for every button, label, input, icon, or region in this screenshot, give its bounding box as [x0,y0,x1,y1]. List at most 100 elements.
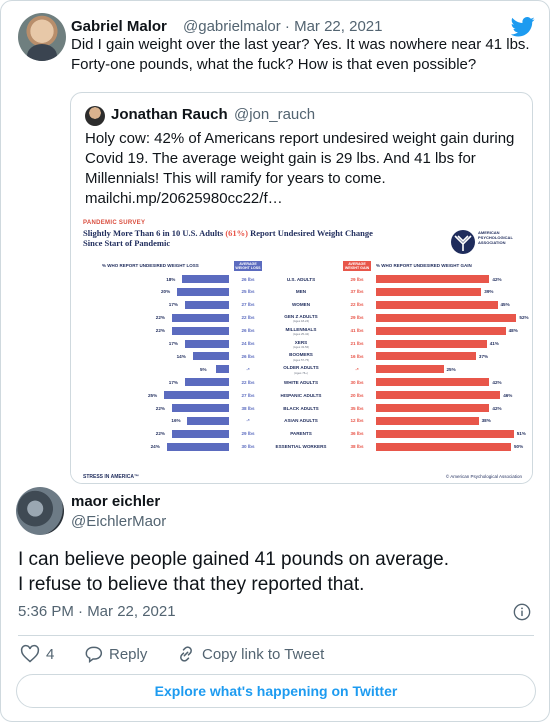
avatar[interactable] [18,13,66,61]
reply-author-handle[interactable]: @EichlerMaor [71,513,166,530]
like-count: 4 [46,645,55,663]
loss-bar [171,404,229,412]
avg-gain-value: 36 lbs [350,431,364,437]
avg-gain-value: 16 lbs [350,353,364,359]
gain-bar [376,352,476,361]
loss-bar [177,287,229,296]
apa-logo-text: AMERICAN PSYCHOLOGICAL ASSOCIATION [478,230,513,245]
infographic-image[interactable]: PANDEMIC SURVEY Slightly More Than 6 in … [71,213,532,483]
reply-avatar[interactable] [16,487,64,535]
avg-gain-value: 30 lbs [350,379,364,385]
quoted-tweet-text: Holy cow: 42% of Americans report undesi… [85,130,515,207]
gain-pct-label: 41% [489,341,499,346]
copy-link-button[interactable]: Copy link to Tweet [176,644,324,664]
group-label: WOMEN [291,302,311,308]
loss-bar [216,365,229,374]
loss-pct-label: 25% [148,392,158,398]
loss-bar [171,313,229,322]
gain-pct-label: 42% [492,405,502,411]
gain-bar [376,339,487,348]
gain-bar [376,391,501,400]
avg-gain-value: 29 lbs [350,276,364,282]
reply-button[interactable]: Reply [83,644,147,664]
avg-gain-value: 20 lbs [350,392,364,398]
gain-bar [376,365,444,374]
right-column-header: % WHO REPORT UNDESIRED WEIGHT GAIN [376,263,472,268]
gain-bar [376,429,514,438]
avg-gain-value: 41 lbs [350,328,364,334]
group-label: MILLENNIALS [285,326,317,332]
avg-loss-value: 27 lbs [241,302,255,308]
avg-gain-header: AVERAGE WEIGHT GAIN [343,261,371,271]
reply-bubble-icon [85,646,103,663]
avg-loss-value: 26 lbs [241,353,255,359]
group-sublabel: (Ages 18-24) [292,319,310,324]
link-icon [180,646,192,662]
loss-pct-label: 5% [200,366,207,372]
avg-loss-value: 22 lbs [241,315,255,321]
reply-text: I can believe people gained 41 pounds on… [18,547,538,597]
avg-gain-value: -* [355,366,359,372]
reply-author-name[interactable]: maor eichler [71,493,160,510]
quoted-tweet-card[interactable]: Jonathan Rauch @jon_rauch Holy cow: 42% … [70,92,533,484]
avg-loss-header: AVERAGE WEIGHT LOSS [234,261,262,271]
group-sublabel: (Ages 57-75) [292,357,310,362]
loss-bar [164,391,229,400]
quoted-author-name: Jonathan Rauch [111,106,228,123]
group-label: GEN Z ADULTS [284,313,318,319]
gain-pct-label: 50% [514,444,524,450]
gain-bar [376,326,506,335]
infographic-headline: Slightly More Than 6 in 10 U.S. Adults (… [83,228,383,248]
group-label: PARENTS [290,431,312,437]
avg-loss-value: 25 lbs [241,289,255,295]
avg-gain-value: 29 lbs [350,315,364,321]
avg-loss-value: 26 lbs [241,328,255,334]
info-icon[interactable] [513,603,531,621]
left-column-header: % WHO REPORT UNDESIRED WEIGHT LOSS [102,263,199,268]
avg-gain-value: 35 lbs [350,405,364,411]
loss-bar [171,429,229,438]
explore-twitter-button[interactable]: Explore what's happening on Twitter [16,674,536,708]
avg-gain-value: 22 lbs [350,302,364,308]
tweet-embed-card: Gabriel Malor @gabrielmalor · Mar 22, 20… [0,0,550,722]
reply-label: Reply [109,645,148,663]
infographic-footer-right: © American Psychological Association [445,474,522,479]
loss-pct-label: 22% [155,328,165,334]
gain-bar [376,404,490,412]
gain-bar [376,287,482,296]
loss-bar [187,416,229,425]
avg-loss-value: -* [246,418,250,424]
avg-loss-value: 24 lbs [241,341,255,346]
loss-bar [192,352,229,361]
like-button[interactable]: 4 [20,644,54,664]
gain-pct-label: 39% [484,289,494,295]
author-name[interactable]: Gabriel Malor [71,18,167,35]
gain-pct-label: 25% [446,366,456,372]
avg-loss-value: 29 lbs [241,431,255,437]
group-label: MEN [295,289,307,295]
gain-pct-label: 38% [481,418,491,424]
avg-gain-value: 38 lbs [350,444,364,450]
avg-gain-value: 37 lbs [350,289,364,295]
author-handle-date[interactable]: @gabrielmalor · Mar 22, 2021 [183,18,382,35]
reply-timestamp[interactable]: 5:36 PM · Mar 22, 2021 [18,603,176,620]
gain-bar [376,378,490,387]
loss-pct-label: 22% [155,405,165,411]
loss-pct-label: 20% [161,289,171,295]
group-label: WHITE ADULTS [283,379,319,385]
loss-bar [171,326,229,335]
group-label: HISPANIC ADULTS [280,392,322,398]
group-sublabel: (Ages 43-56) [292,345,310,349]
avg-loss-value: 38 lbs [241,405,255,411]
gain-pct-label: 42% [492,379,502,385]
headline-highlight: (61%) [225,228,249,238]
loss-bar [184,300,229,309]
group-label: ESSENTIAL WORKERS [275,444,327,450]
avg-loss-value: 22 lbs [241,379,255,385]
gain-bar [376,300,498,309]
loss-bar [184,378,229,387]
avg-loss-value: -* [246,366,250,372]
group-sublabel: (Ages 25-42) [292,332,310,337]
loss-bar [182,275,229,283]
headline-part1: Slightly More Than 6 in 10 U.S. Adults [83,228,226,238]
